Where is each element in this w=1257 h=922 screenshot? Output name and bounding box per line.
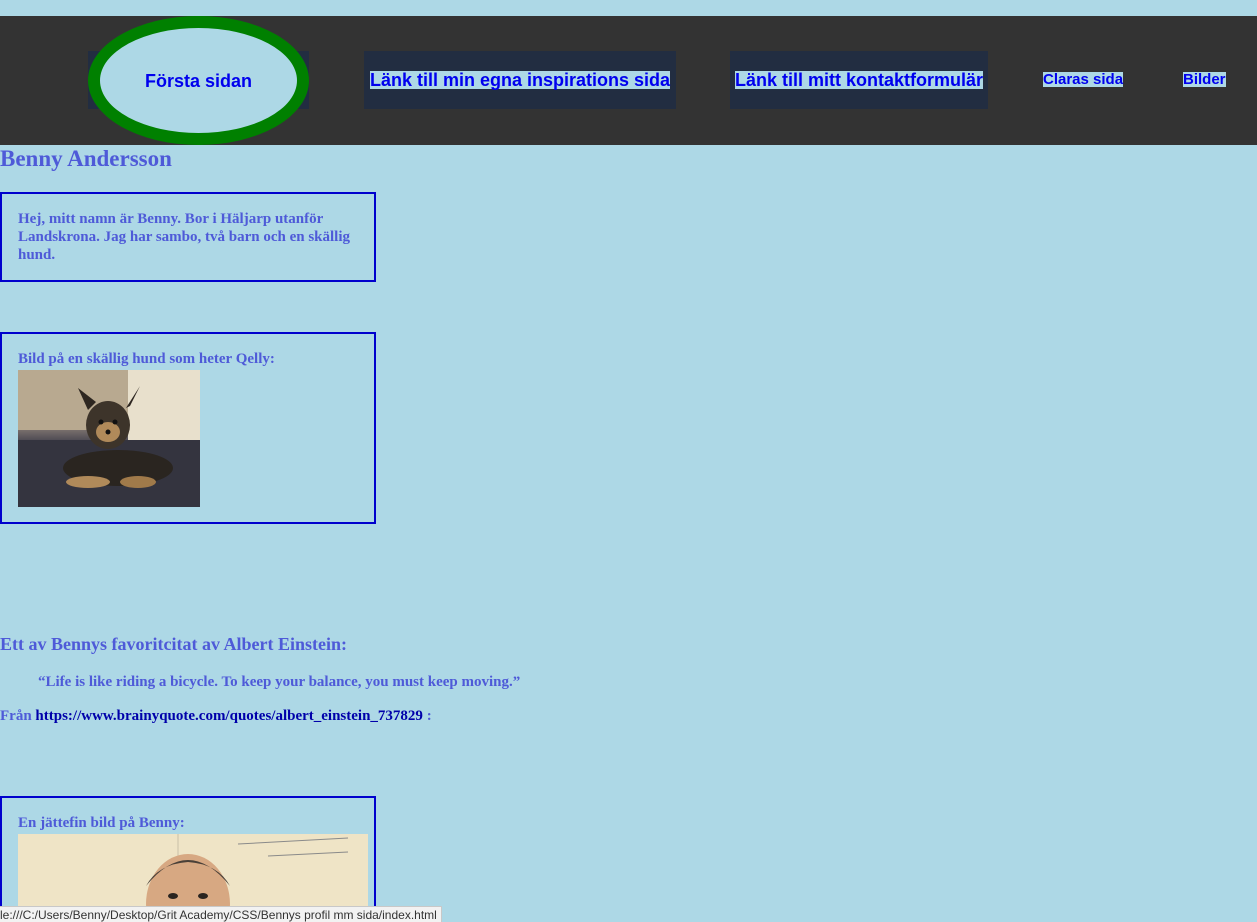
- nav-contact-label: Länk till mitt kontaktformulär: [734, 70, 984, 90]
- nav-bilder-label: Bilder: [1183, 71, 1226, 88]
- quote-source-prefix: Från: [0, 708, 32, 724]
- intro-card: Hej, mitt namn är Benny. Bor i Häljarp u…: [0, 192, 376, 282]
- quote-source: Från https://www.brainyquote.com/quotes/…: [0, 708, 432, 725]
- dog-caption: Bild på en skällig hund som heter Qelly:: [18, 351, 275, 367]
- nav-inspiration-label: Länk till min egna inspirations sida: [369, 70, 671, 90]
- dog-card: Bild på en skällig hund som heter Qelly:: [0, 332, 376, 524]
- nav-link-bilder[interactable]: Bilder: [1183, 72, 1226, 87]
- browser-status-bar: le:///C:/Users/Benny/Desktop/Grit Academ…: [0, 906, 442, 922]
- intro-text: Hej, mitt namn är Benny. Bor i Häljarp u…: [18, 211, 351, 263]
- nav-link-home[interactable]: Första sidan: [88, 16, 309, 145]
- navbar: Första sidan Länk till min egna inspirat…: [0, 16, 1257, 145]
- benny-photo-caption: En jättefin bild på Benny:: [18, 815, 185, 831]
- nav-link-claras[interactable]: Claras sida: [1043, 71, 1124, 88]
- quote-source-suffix: :: [426, 708, 432, 724]
- page-title: Benny Andersson: [0, 146, 172, 171]
- quote-source-link[interactable]: https://www.brainyquote.com/quotes/alber…: [35, 708, 423, 724]
- dog-photo: [18, 370, 200, 507]
- quote-heading: Ett av Bennys favoritcitat av Albert Ein…: [0, 634, 347, 654]
- nav-home-label: Första sidan: [144, 70, 253, 91]
- benny-photo-card: En jättefin bild på Benny:: [0, 796, 376, 922]
- nav-link-contact[interactable]: Länk till mitt kontaktformulär: [730, 51, 988, 109]
- quote-text: “Life is like riding a bicycle. To keep …: [38, 674, 521, 690]
- nav-link-inspiration[interactable]: Länk till min egna inspirations sida: [364, 51, 676, 109]
- nav-claras-label: Claras sida: [1043, 71, 1124, 88]
- dog-illustration: [18, 370, 200, 507]
